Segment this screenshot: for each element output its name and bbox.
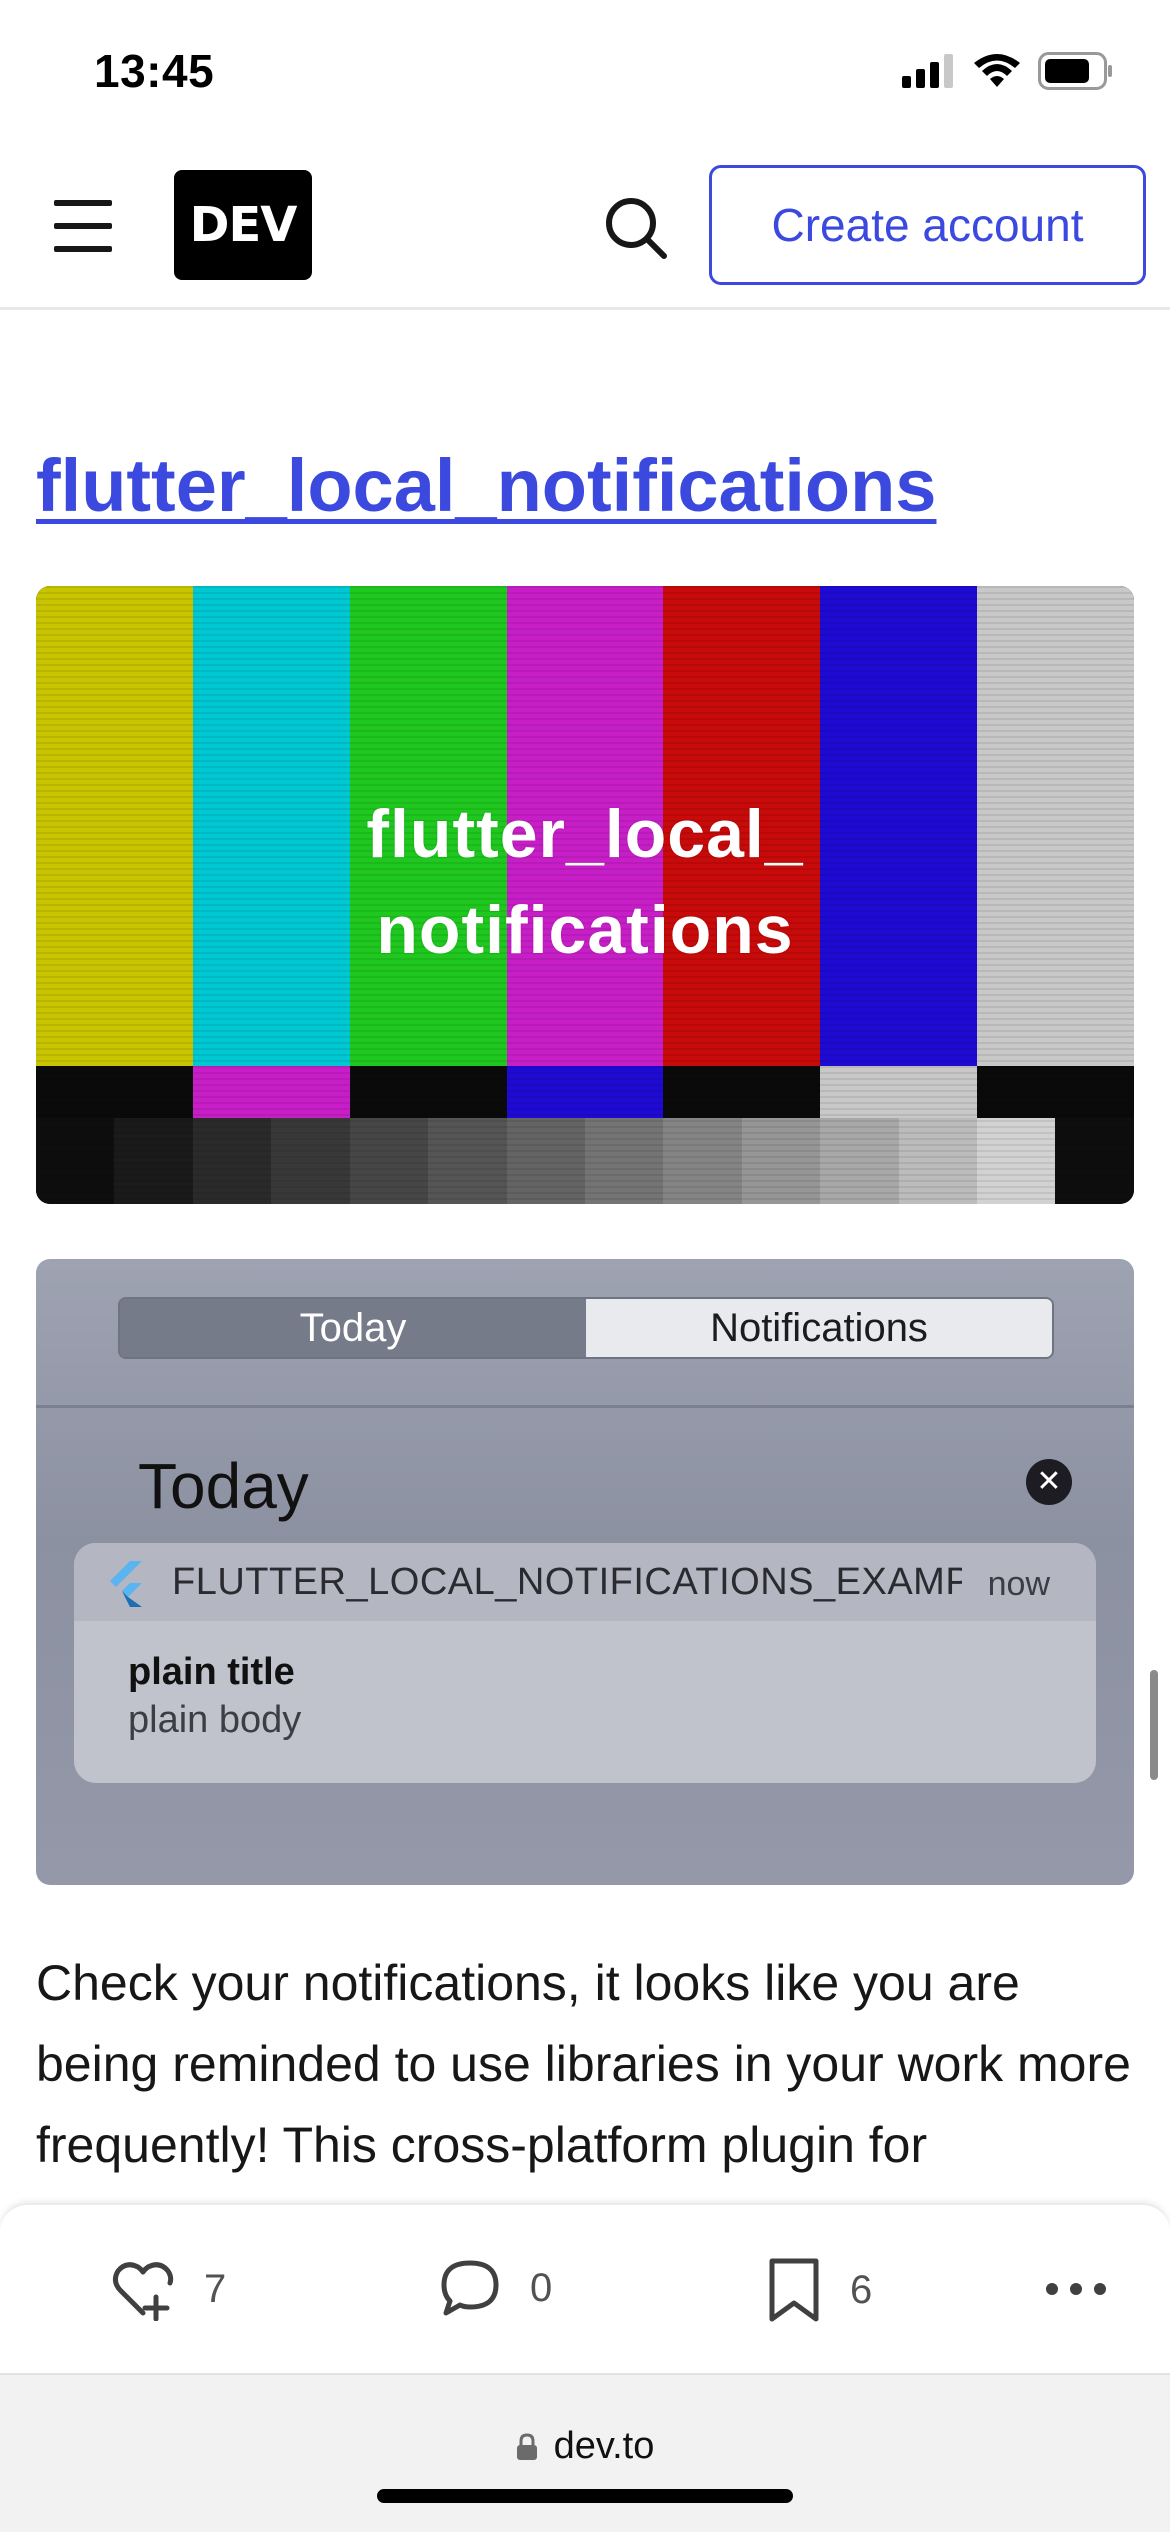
hamburger-menu-icon[interactable] [50, 196, 116, 256]
comments-count: 0 [530, 2265, 553, 2310]
comments-button[interactable]: 0 [438, 2257, 552, 2319]
cellular-signal-icon [902, 54, 953, 88]
segmented-control: Today Notifications [118, 1297, 1054, 1359]
bookmark-icon [769, 2258, 819, 2322]
notification-body: plain body [128, 1699, 302, 1741]
saves-count: 6 [850, 2267, 873, 2312]
wifi-icon [974, 54, 1020, 87]
status-icons [902, 52, 1114, 90]
status-time: 13:45 [94, 45, 215, 97]
reactions-count: 7 [204, 2266, 227, 2311]
site-header: DEV Create account [0, 150, 1170, 310]
create-account-button[interactable]: Create account [709, 165, 1146, 285]
today-heading: Today [138, 1450, 309, 1522]
save-button[interactable]: 6 [766, 2257, 872, 2323]
image-caption: flutter_local_ notifications [36, 786, 1134, 978]
image-caption-line-2: notifications [376, 892, 794, 968]
article-paragraph: Check your notifications, it looks like … [36, 1955, 1131, 2203]
flutter-icon [110, 1561, 142, 1607]
browser-url-bar[interactable]: dev.to [0, 2373, 1170, 2532]
notification-screenshot: Today Notifications Today ✕ FLUTTER_LOCA… [36, 1259, 1134, 1885]
heart-plus-icon [112, 2262, 174, 2321]
article-heading-link[interactable]: flutter_local_notifications [36, 443, 936, 528]
home-indicator[interactable] [377, 2489, 793, 2503]
image-caption-line-1: flutter_local_ [366, 796, 804, 872]
status-bar: 13:45 [0, 0, 1170, 150]
search-icon[interactable] [600, 192, 672, 264]
close-icon: ✕ [1026, 1459, 1072, 1505]
url-display[interactable]: dev.to [0, 2425, 1170, 2468]
lock-icon [516, 2432, 537, 2460]
segment-notifications: Notifications [586, 1299, 1052, 1357]
notification-time: now [987, 1565, 1050, 1603]
scrollbar-thumb[interactable] [1150, 1670, 1158, 1780]
reactions-button[interactable]: 7 [110, 2257, 226, 2321]
article-content: flutter_local_ notifications flutter_loca… [0, 313, 1170, 2203]
dev-logo[interactable]: DEV [174, 170, 312, 280]
test-pattern-image: flutter_local_ notifications [36, 586, 1134, 1204]
url-text: dev.to [553, 2425, 655, 2467]
segment-today: Today [120, 1299, 586, 1357]
article-action-bar: 7 0 6 [0, 2203, 1170, 2373]
divider [36, 1405, 1134, 1408]
notification-card: FLUTTER_LOCAL_NOTIFICATIONS_EXAMPLE now … [74, 1543, 1096, 1783]
notification-title: plain title [128, 1651, 295, 1693]
notification-app-name: FLUTTER_LOCAL_NOTIFICATIONS_EXAMPLE [172, 1561, 962, 1603]
more-options-icon[interactable] [1046, 2283, 1106, 2295]
comment-icon [441, 2260, 499, 2316]
battery-icon [1038, 52, 1112, 90]
